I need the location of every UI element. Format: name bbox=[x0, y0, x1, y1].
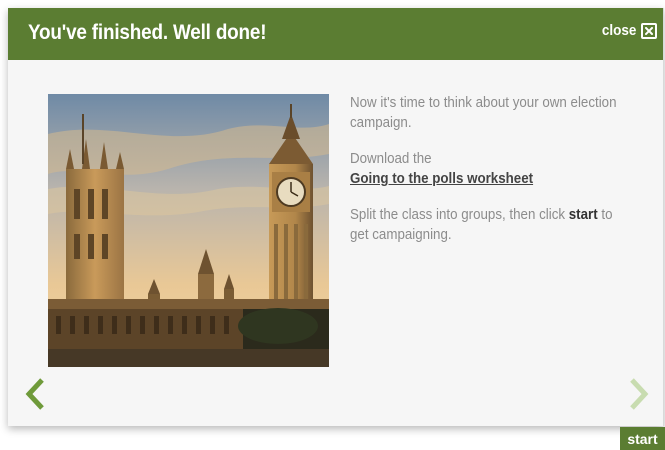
start-button[interactable]: start bbox=[620, 427, 665, 450]
chevron-right-icon bbox=[630, 378, 649, 410]
close-label: close bbox=[601, 22, 636, 39]
chevron-left-icon bbox=[25, 378, 44, 410]
previous-button[interactable] bbox=[22, 376, 48, 412]
dialog-title: You've finished. Well done! bbox=[28, 21, 267, 44]
split-paragraph: Split the class into groups, then click … bbox=[350, 205, 617, 245]
parliament-photo bbox=[48, 94, 329, 367]
instructions-text: Now it's time to think about your own el… bbox=[350, 93, 640, 261]
next-button[interactable] bbox=[626, 376, 652, 412]
dialog-panel: You've finished. Well done! close Now it… bbox=[8, 8, 664, 426]
intro-paragraph: Now it's time to think about your own el… bbox=[350, 95, 617, 131]
close-icon[interactable] bbox=[641, 22, 657, 39]
start-keyword: start bbox=[568, 207, 598, 223]
dialog-header: You've finished. Well done! close bbox=[8, 8, 663, 60]
download-prefix: Download the bbox=[350, 151, 432, 167]
worksheet-link[interactable]: Going to the polls worksheet bbox=[350, 171, 533, 187]
split-text: Split the class into groups, then click bbox=[350, 207, 566, 223]
close-button[interactable]: close bbox=[598, 22, 657, 39]
download-paragraph: Download the Going to the polls workshee… bbox=[350, 149, 617, 189]
